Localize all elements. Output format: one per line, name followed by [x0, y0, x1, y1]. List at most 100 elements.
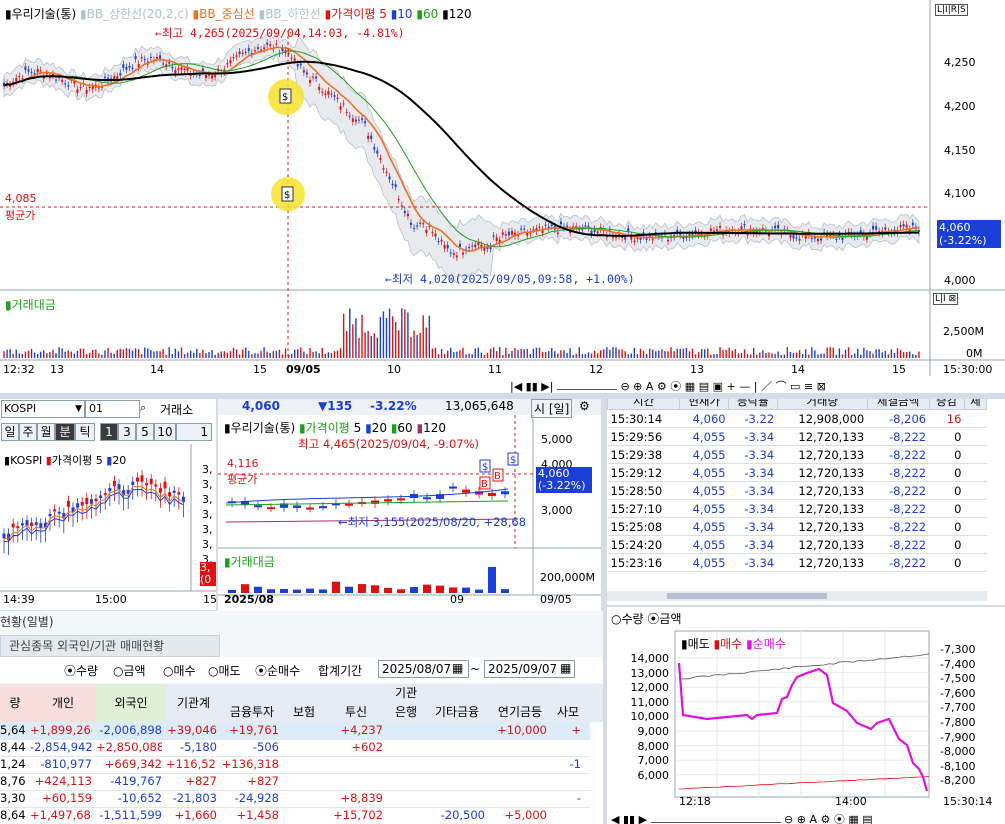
text-tool-icon[interactable]: A — [809, 813, 817, 824]
table-row[interactable]: 5,648 +1,899,264 -2,006,898 +39,046 +19,761 +… — [0, 722, 590, 740]
grid-icon[interactable]: ▦ — [848, 813, 858, 824]
radio-net[interactable]: ⦿순매수 — [255, 662, 300, 679]
period-minute[interactable]: 분 — [55, 423, 75, 441]
table-row[interactable]: 8,648 +1,497,688 -1,511,599 +1,660 +1,458 +15… — [0, 807, 590, 824]
main-price-chart[interactable]: $ $ — [0, 0, 1005, 393]
daily-x-tick: 09 — [450, 593, 464, 606]
table-row[interactable]: 8,440 -2,854,942 +2,850,088 -5,180 -506 +602 — [0, 739, 590, 757]
table-row[interactable]: 8,763 +424,113 -419,767 +827 +827 — [0, 773, 590, 791]
period-week[interactable]: 주 — [19, 423, 37, 441]
col-volume[interactable]: 량 — [0, 684, 30, 722]
gear-icon[interactable]: ⚙ — [579, 399, 590, 413]
record-icon[interactable]: ⦿ — [834, 813, 845, 824]
vline-icon[interactable]: | — [754, 380, 758, 393]
next-page-icon[interactable]: ▶ — [639, 813, 647, 824]
col-foreign[interactable]: 외국인 — [96, 684, 166, 722]
col-other-fin[interactable]: 기타금융 — [425, 703, 489, 720]
col-price[interactable]: 현재가 — [679, 399, 730, 410]
search-icon[interactable]: ⌕ — [140, 401, 146, 415]
col-private[interactable]: 사모 — [551, 703, 585, 720]
table-row[interactable]: 15:29:38 4,055 -3.34 12,720,133 -8,222 0 — [607, 445, 987, 464]
col-volume[interactable]: 거래량 — [776, 399, 868, 410]
col-insurance[interactable]: 보험 — [283, 703, 325, 720]
table-row[interactable]: 15:25:08 4,055 -3.34 12,720,133 -8,222 0 — [607, 517, 987, 536]
settings-icon[interactable]: ⚙ — [657, 380, 667, 393]
radio-buy[interactable]: ○매수 — [163, 662, 196, 679]
table-row[interactable]: 15:24:20 4,055 -3.34 12,720,133 -8,222 0 — [607, 535, 987, 554]
code-input[interactable]: 01 — [85, 400, 140, 418]
volume-control-lirs[interactable]: L|I ⊠ — [933, 293, 959, 305]
interval-custom[interactable]: 1 — [176, 423, 212, 441]
radio-quantity[interactable]: ⦿수량 — [64, 662, 98, 679]
grid-icon[interactable]: ▦ — [685, 380, 695, 393]
col-individual[interactable]: 개인 — [30, 684, 96, 722]
volume-bar — [189, 350, 192, 358]
volume-bar — [278, 349, 281, 358]
table-row[interactable]: 15:30:14 4,060 -3.22 12,908,000 -8,206 16 — [607, 409, 987, 428]
table-row[interactable]: 15:29:12 4,055 -3.34 12,720,133 -8,222 0 — [607, 463, 987, 482]
table-row[interactable]: 15:28:50 4,055 -3.34 12,720,133 -8,222 0 — [607, 481, 987, 500]
kospi-chart[interactable] — [0, 444, 216, 610]
interval-10[interactable]: 10 — [154, 423, 176, 441]
zoom-out-icon[interactable]: ⊖ — [620, 380, 629, 393]
zoom-in-icon[interactable]: ⊕ — [797, 813, 806, 824]
hline-icon[interactable]: — — [739, 380, 750, 393]
col-amount[interactable]: 체결금액 — [866, 399, 930, 410]
pause-icon[interactable]: ▮▮ — [623, 813, 635, 824]
col-rate[interactable]: 등락률 — [728, 399, 778, 410]
daily-pct: -3.22% — [370, 399, 417, 413]
col-fin-invest[interactable]: 금융투자 — [221, 703, 283, 720]
price-axis[interactable]: 4,250 4,200 4,150 4,100 4,000 4,060 (-3.… — [931, 0, 1005, 290]
period-day[interactable]: 일 — [1, 423, 19, 441]
table-row[interactable]: 3,300 +60,159 -10,652 -21,803 -24,928 +8,839 - — [0, 790, 590, 808]
next-page-icon[interactable]: ▶| — [541, 380, 553, 393]
radio-quantity[interactable]: ○ — [611, 612, 621, 626]
table-row[interactable]: 15:29:56 4,055 -3.34 12,720,133 -8,222 0 — [607, 427, 987, 446]
interval-1[interactable]: 1 — [100, 423, 118, 441]
pause-icon[interactable]: ▮▮ — [526, 380, 538, 393]
close-icon[interactable]: ⊠ — [949, 294, 957, 304]
radio-amount[interactable]: ⦿ — [647, 612, 659, 626]
col-institution-total[interactable]: 기관계 — [166, 684, 221, 722]
calendar-icon[interactable]: ▦ — [452, 661, 463, 675]
text-tool-icon[interactable]: A — [646, 380, 654, 393]
zoom-out-icon[interactable]: ⊖ — [784, 813, 793, 824]
more-icon[interactable]: ⊠ — [817, 380, 826, 393]
col-time[interactable]: 시간 — [607, 399, 681, 410]
table-row[interactable]: 15:27:10 4,055 -3.34 12,720,133 -8,222 0 — [607, 499, 987, 518]
box-icon[interactable]: ▭ — [790, 380, 800, 393]
period-month[interactable]: 월 — [37, 423, 55, 441]
col-pension[interactable]: 연기금등 — [489, 703, 551, 720]
tab-foreign-institution[interactable]: 관심종목 외국인/기관 매매현황 — [0, 635, 220, 657]
crosshair-icon[interactable]: + — [727, 380, 736, 393]
scroll-slider[interactable] — [556, 382, 617, 390]
trades-scrollbar[interactable] — [607, 591, 987, 601]
chevron-down-icon[interactable]: ▼ — [75, 401, 82, 417]
image-icon[interactable]: ▣ — [713, 380, 723, 393]
col-bank[interactable]: 은행 — [387, 703, 425, 720]
col-trust[interactable]: 투신 — [325, 703, 387, 720]
chart-icon[interactable]: ▤ — [862, 813, 872, 824]
col-strength[interactable]: 체 — [963, 399, 988, 410]
radio-sell[interactable]: ○매도 — [208, 662, 241, 679]
chart-icon[interactable]: ▤ — [699, 380, 709, 393]
interval-5[interactable]: 5 — [136, 423, 154, 441]
market-select[interactable]: KOSPI ▼ — [1, 400, 85, 418]
settings-icon[interactable]: ⚙ — [821, 813, 831, 824]
investor-table-body: 5,648 +1,899,264 -2,006,898 +39,046 +19,761 +… — [0, 722, 603, 824]
col-delta[interactable]: 증감 — [928, 399, 965, 410]
first-page-icon[interactable]: ◀ — [611, 813, 619, 824]
calendar-icon[interactable]: ▦ — [560, 661, 571, 675]
arc-icon[interactable]: ⌒ — [775, 380, 786, 393]
first-page-icon[interactable]: |◀ — [510, 380, 522, 393]
radio-amount[interactable]: ○금액 — [113, 662, 146, 679]
period-tick[interactable]: 틱 — [75, 423, 95, 441]
record-icon[interactable]: ⦿ — [670, 380, 681, 393]
scroll-slider[interactable] — [650, 815, 781, 823]
interval-3[interactable]: 3 — [118, 423, 136, 441]
table-row[interactable]: 15:23:16 4,055 -3.34 12,720,133 -8,222 0 — [607, 553, 987, 572]
zoom-in-icon[interactable]: ⊕ — [633, 380, 642, 393]
list-icon[interactable]: ≡ — [804, 380, 813, 393]
trendline-icon[interactable]: ／ — [761, 380, 772, 393]
table-row[interactable]: 1,248 -810,977 +669,342 +116,527 +136,318 -1 — [0, 756, 590, 774]
